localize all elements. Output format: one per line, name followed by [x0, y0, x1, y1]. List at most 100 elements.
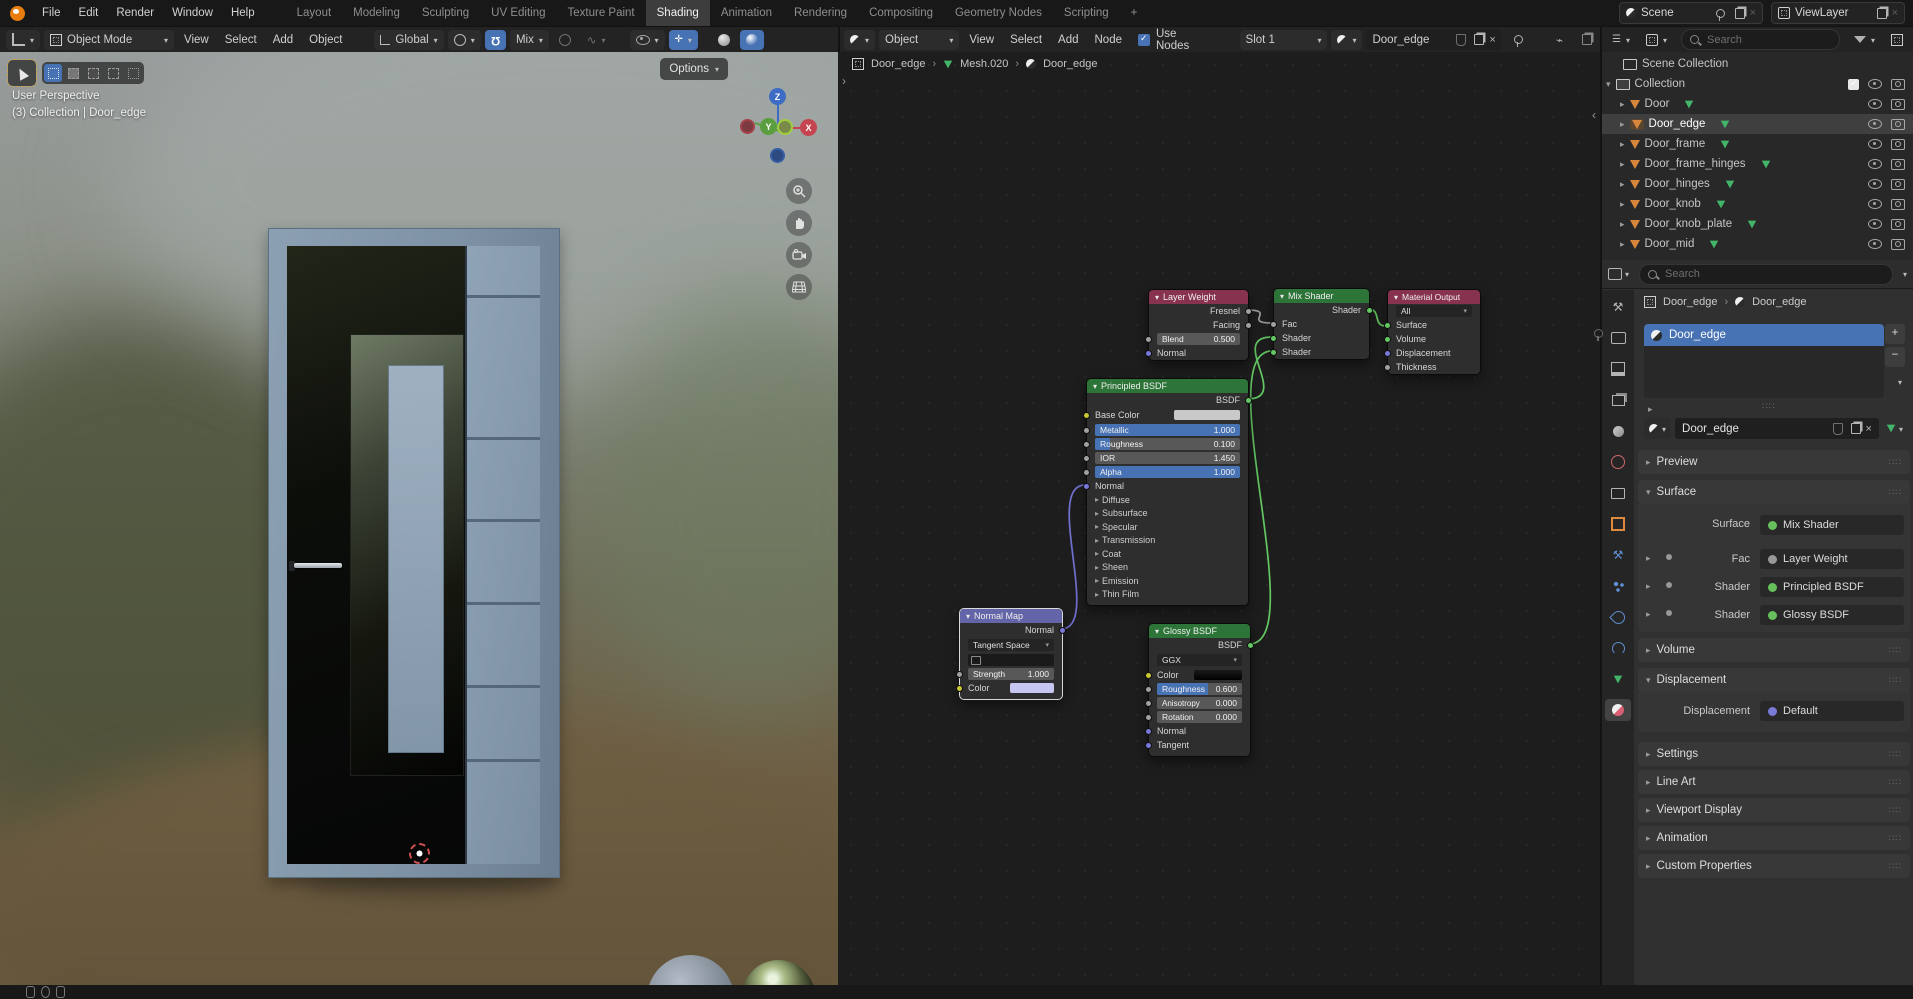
- tab-output[interactable]: [1605, 358, 1631, 380]
- properties-editor-type-button[interactable]: [1608, 268, 1629, 280]
- expand-icon[interactable]: [1620, 238, 1625, 250]
- gizmo-z-positive[interactable]: Z: [769, 88, 786, 105]
- rotation-slider[interactable]: Rotation 0.000: [1157, 711, 1242, 723]
- sidebar-expand-chevron[interactable]: ‹: [1592, 108, 1596, 122]
- viewport-menu-object[interactable]: Object: [301, 34, 350, 46]
- socket-alpha[interactable]: [1083, 468, 1090, 476]
- hide-icon[interactable]: [1868, 159, 1882, 169]
- workspace-tab-shading[interactable]: Shading: [645, 0, 710, 26]
- shader-type-dropdown[interactable]: Object: [879, 29, 960, 50]
- options-dropdown[interactable]: Options: [660, 58, 728, 80]
- pin-material-button[interactable]: [1506, 30, 1531, 50]
- checkbox-checked-icon[interactable]: [1138, 33, 1150, 46]
- space-dropdown[interactable]: Tangent Space: [968, 639, 1054, 651]
- strength-slider[interactable]: Strength 1.000: [968, 668, 1054, 680]
- outliner-filter-dropdown[interactable]: [1848, 30, 1881, 50]
- shading-solid-button[interactable]: [712, 30, 736, 50]
- menu-render[interactable]: Render: [107, 0, 163, 26]
- transform-orientation-dropdown[interactable]: Global: [374, 29, 444, 50]
- node-menu-node[interactable]: Node: [1087, 34, 1131, 46]
- node-mix-shader[interactable]: Mix Shader Shader Fac Shader Shader: [1270, 288, 1373, 360]
- socket-displacement[interactable]: [1384, 349, 1391, 357]
- color-swatch[interactable]: [1194, 669, 1242, 681]
- outliner-editor-type-button[interactable]: ☰: [1606, 30, 1636, 50]
- toolbar-expand-chevron[interactable]: ›: [842, 74, 846, 88]
- workspace-tab-geometry-nodes[interactable]: Geometry Nodes: [944, 0, 1053, 26]
- hide-icon[interactable]: [1868, 139, 1882, 149]
- mode-dropdown[interactable]: Object Mode: [44, 29, 175, 50]
- fake-user-icon[interactable]: [1832, 422, 1843, 435]
- use-nodes-toggle[interactable]: Use Nodes: [1138, 28, 1209, 52]
- tab-render[interactable]: [1605, 327, 1631, 349]
- surface-shader-field[interactable]: Mix Shader: [1760, 515, 1904, 535]
- hide-icon[interactable]: [1868, 79, 1882, 89]
- viewport-menu-add[interactable]: Add: [265, 34, 301, 46]
- section-coat[interactable]: Coat: [1087, 547, 1248, 561]
- socket-fresnel[interactable]: [1245, 307, 1252, 315]
- node-principled-bsdf[interactable]: Principled BSDF BSDF Base Color Metallic…: [1083, 378, 1252, 606]
- panel-settings[interactable]: Settings ∷∷: [1638, 742, 1910, 766]
- socket-blend[interactable]: [1145, 335, 1152, 343]
- node-header[interactable]: Glossy BSDF: [1149, 624, 1250, 638]
- socket-shader-out[interactable]: [1366, 306, 1373, 314]
- expand-icon[interactable]: [1620, 138, 1625, 150]
- copy-material-icon[interactable]: [1850, 423, 1861, 434]
- socket-volume[interactable]: [1384, 335, 1391, 343]
- base-color-swatch[interactable]: [1174, 409, 1240, 421]
- panel-surface[interactable]: Surface ∷∷: [1638, 480, 1910, 504]
- socket-base-color[interactable]: [1083, 411, 1090, 419]
- workspace-tab-sculpting[interactable]: Sculpting: [411, 0, 480, 26]
- outliner-row-scene-collection[interactable]: Scene Collection: [1602, 54, 1913, 74]
- hide-icon[interactable]: [1868, 179, 1882, 189]
- section-sheen[interactable]: Sheen: [1087, 561, 1248, 575]
- glossy-roughness-slider[interactable]: Roughness 0.600: [1157, 683, 1242, 695]
- distribution-dropdown[interactable]: GGX: [1157, 654, 1242, 666]
- shading-material-button[interactable]: [739, 29, 764, 50]
- node-normal-map[interactable]: Normal Map Normal Tangent Space Strength…: [956, 608, 1066, 700]
- disable-render-icon[interactable]: [1891, 238, 1905, 250]
- node-menu-add[interactable]: Add: [1050, 34, 1086, 46]
- properties-options-dropdown[interactable]: [1903, 268, 1907, 280]
- socket-anisotropy[interactable]: [1145, 699, 1152, 707]
- disable-render-icon[interactable]: [1891, 98, 1905, 110]
- socket-surface[interactable]: [1384, 321, 1391, 329]
- browse-material-button[interactable]: [1331, 29, 1363, 50]
- node-menu-select[interactable]: Select: [1002, 34, 1050, 46]
- orthographic-toggle-button[interactable]: [786, 274, 812, 300]
- section-emission[interactable]: Emission: [1087, 574, 1248, 588]
- unlink-material-icon[interactable]: [1489, 34, 1495, 46]
- workspace-tab-scripting[interactable]: Scripting: [1053, 0, 1120, 26]
- socket-thickness[interactable]: [1384, 363, 1391, 371]
- snapping-node-button[interactable]: ⌁: [1550, 30, 1569, 50]
- slot-specials-dropdown[interactable]: [1898, 376, 1902, 388]
- properties-search-input[interactable]: [1663, 267, 1884, 281]
- socket-tangent[interactable]: [1145, 741, 1152, 749]
- panel-preview[interactable]: Preview ∷∷: [1638, 450, 1910, 474]
- add-workspace-button[interactable]: +: [1120, 0, 1149, 26]
- blend-slider[interactable]: Blend 0.500: [1157, 333, 1240, 345]
- color-swatch[interactable]: [1010, 682, 1054, 694]
- menu-edit[interactable]: Edit: [70, 0, 108, 26]
- node-header[interactable]: Principled BSDF: [1087, 379, 1248, 393]
- tab-material[interactable]: [1605, 699, 1631, 721]
- panel-viewport-display[interactable]: Viewport Display ∷∷: [1638, 798, 1910, 822]
- socket-strength[interactable]: [956, 670, 963, 678]
- socket-metallic[interactable]: [1083, 426, 1090, 434]
- hide-icon[interactable]: [1868, 119, 1882, 129]
- node-header[interactable]: Mix Shader: [1274, 289, 1369, 303]
- workspace-tab-layout[interactable]: Layout: [286, 0, 343, 26]
- panel-volume[interactable]: Volume ∷∷: [1638, 638, 1910, 662]
- collapse-icon[interactable]: [1606, 78, 1611, 90]
- node-glossy-bsdf[interactable]: Glossy BSDF BSDF GGX Color Roughness 0.60…: [1145, 623, 1254, 757]
- copy-material-icon[interactable]: [1474, 34, 1485, 45]
- camera-view-button[interactable]: [786, 242, 812, 268]
- expand-icon[interactable]: [1620, 218, 1625, 230]
- output-target-dropdown[interactable]: All: [1396, 305, 1472, 317]
- outliner-row-object[interactable]: Door_hinges: [1602, 174, 1913, 194]
- link-mesh-dropdown[interactable]: [1883, 418, 1906, 439]
- breadcrumb-object[interactable]: Door_edge: [1663, 296, 1717, 308]
- disable-render-icon[interactable]: [1891, 138, 1905, 150]
- select-mode-paint[interactable]: [124, 64, 142, 82]
- section-diffuse[interactable]: Diffuse: [1087, 493, 1248, 507]
- section-specular[interactable]: Specular: [1087, 520, 1248, 534]
